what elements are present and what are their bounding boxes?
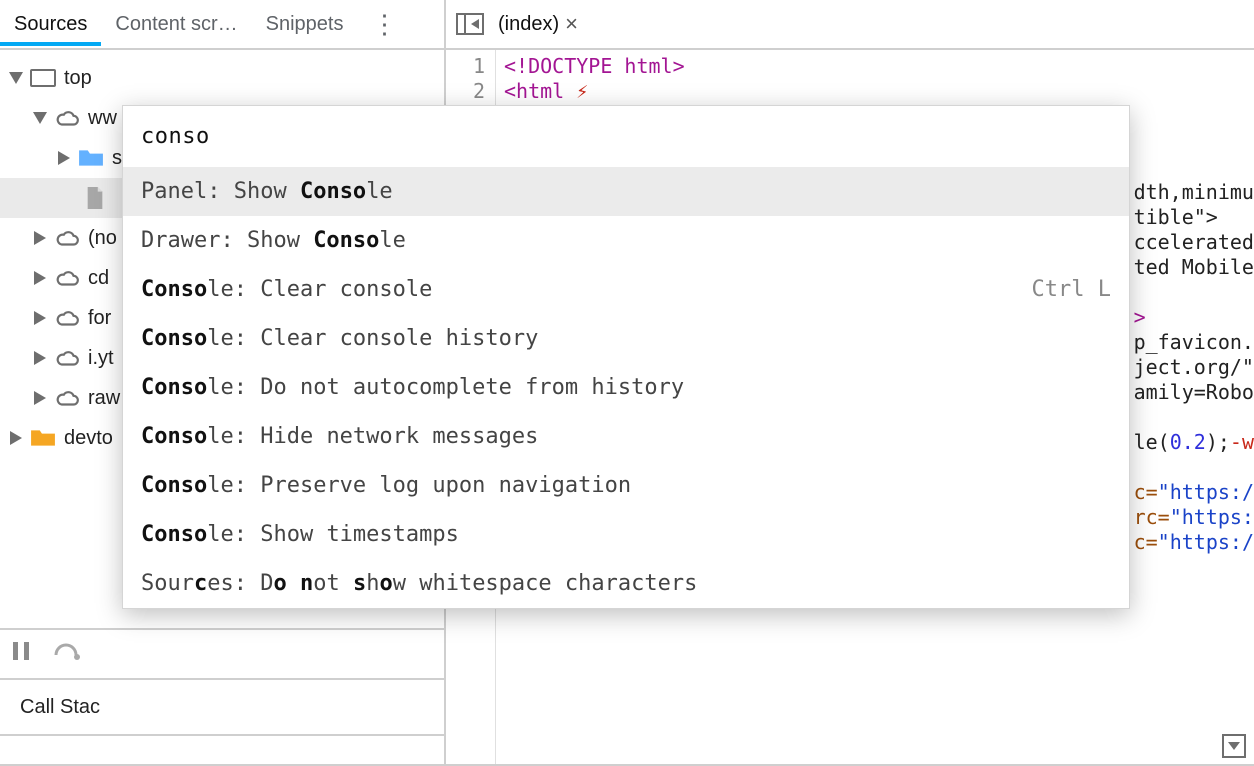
tree-label: i.yt	[88, 347, 114, 370]
tree-label: raw	[88, 387, 120, 410]
tree-label: top	[64, 67, 92, 90]
keyboard-shortcut: Ctrl L	[1032, 277, 1111, 302]
file-icon	[82, 187, 108, 209]
tab-sources[interactable]: Sources	[0, 3, 101, 46]
expand-icon[interactable]	[9, 72, 23, 84]
folder-icon	[78, 147, 104, 169]
more-tabs-icon[interactable]: ⋮	[357, 9, 411, 40]
tree-label: cd	[88, 267, 109, 290]
pause-icon[interactable]	[12, 641, 30, 667]
command-menu-list: Panel: Show Console Drawer: Show Console…	[123, 167, 1129, 608]
expand-icon[interactable]	[34, 391, 46, 405]
cloud-icon	[54, 267, 80, 289]
folder-icon	[30, 427, 56, 449]
expand-icon[interactable]	[34, 311, 46, 325]
cloud-icon	[54, 387, 80, 409]
command-menu-item[interactable]: Console: Show timestamps	[123, 510, 1129, 559]
editor-tab-strip: (index) ×	[446, 0, 1254, 50]
command-menu-item[interactable]: Console: Do not autocomplete from histor…	[123, 363, 1129, 412]
editor-tab-index[interactable]: (index) ×	[498, 11, 578, 37]
close-icon[interactable]: ×	[565, 11, 578, 37]
left-tab-strip: Sources Content scr… Snippets ⋮	[0, 0, 444, 50]
command-menu-input[interactable]: conso	[123, 106, 1129, 167]
step-over-icon[interactable]	[54, 641, 82, 667]
command-menu-item[interactable]: Console: Preserve log upon navigation	[123, 461, 1129, 510]
call-stack-label: Call Stac	[20, 696, 100, 719]
tree-label: for	[88, 307, 111, 330]
toggle-navigator-icon[interactable]	[456, 13, 484, 35]
tab-content-scripts[interactable]: Content scr…	[101, 3, 251, 46]
command-menu-item[interactable]: Console: Clear console Ctrl L	[123, 265, 1129, 314]
tree-label: ww	[88, 107, 117, 130]
expand-icon[interactable]	[34, 271, 46, 285]
frame-icon	[30, 69, 56, 87]
tree-label: s	[112, 147, 122, 170]
tree-label: devto	[64, 427, 113, 450]
expand-icon[interactable]	[34, 351, 46, 365]
command-menu-item[interactable]: Console: Hide network messages	[123, 412, 1129, 461]
pretty-print-icon[interactable]	[1222, 734, 1246, 758]
call-stack-section[interactable]: Call Stac	[0, 678, 444, 734]
tree-label: (no	[88, 227, 117, 250]
tab-snippets[interactable]: Snippets	[252, 3, 358, 46]
tree-item-top[interactable]: top	[0, 58, 444, 98]
command-menu-item[interactable]: Console: Clear console history	[123, 314, 1129, 363]
editor-tab-label: (index)	[498, 13, 559, 36]
line-number: 2	[446, 79, 485, 104]
line-number: 1	[446, 54, 485, 79]
expand-icon[interactable]	[33, 112, 47, 124]
expand-icon[interactable]	[10, 431, 22, 445]
code-fragment-right: dth,minimu tible"> ccelerated ted Mobile…	[1134, 180, 1254, 555]
section-divider	[0, 734, 444, 764]
command-menu-item[interactable]: Sources: Do not show whitespace characte…	[123, 559, 1129, 608]
command-menu-item[interactable]: Drawer: Show Console	[123, 216, 1129, 265]
command-menu: conso Panel: Show Console Drawer: Show C…	[122, 105, 1130, 609]
expand-icon[interactable]	[58, 151, 70, 165]
command-menu-item[interactable]: Panel: Show Console	[123, 167, 1129, 216]
debugger-toolbar	[0, 628, 444, 678]
cloud-icon	[54, 347, 80, 369]
cloud-icon	[54, 107, 80, 129]
expand-icon[interactable]	[34, 231, 46, 245]
cloud-icon	[54, 227, 80, 249]
cloud-icon	[54, 307, 80, 329]
